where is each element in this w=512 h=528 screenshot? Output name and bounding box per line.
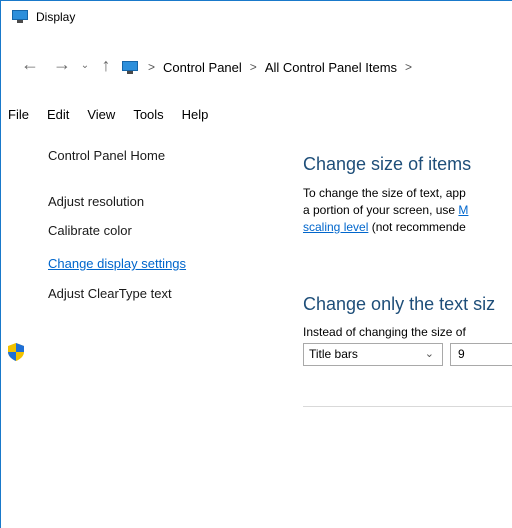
section-heading-change-text: Change only the text siz [303, 294, 496, 314]
shield-icon [8, 343, 24, 361]
up-arrow-icon[interactable]: ↑ [97, 55, 115, 76]
breadcrumb-separator-icon[interactable]: > [405, 60, 412, 74]
title-bar: Display [1, 1, 512, 32]
window-title: Display [36, 9, 76, 24]
menu-file[interactable]: File [8, 107, 29, 122]
breadcrumb-separator-icon[interactable]: > [250, 60, 257, 74]
chevron-down-icon: ⌄ [424, 348, 434, 360]
sidebar-item-adjust-resolution[interactable]: Adjust resolution [48, 194, 144, 209]
sidebar-item-change-display-settings[interactable]: Change display settings [48, 256, 186, 271]
menu-bar: File Edit View Tools Help [1, 104, 512, 124]
item-type-value: Title bars [309, 347, 358, 361]
sidebar-item-control-panel-home[interactable]: Control Panel Home [48, 148, 165, 163]
section-text: (not recommende [368, 220, 466, 234]
section-text-line: Instead of changing the size of [303, 325, 466, 339]
forward-arrow-icon[interactable]: → [52, 54, 72, 75]
breadcrumb-all-items[interactable]: All Control Panel Items [265, 60, 397, 75]
scaling-link[interactable]: M [458, 203, 468, 217]
section-heading-change-size: Change size of items [303, 154, 472, 174]
menu-help[interactable]: Help [182, 107, 209, 122]
main-content: Change size of items To change the size … [303, 124, 512, 528]
display-icon [12, 10, 28, 23]
sidebar-item-adjust-cleartype[interactable]: Adjust ClearType text [48, 286, 172, 301]
scaling-level-link[interactable]: scaling level [303, 220, 368, 234]
sidebar-item-calibrate-color[interactable]: Calibrate color [48, 223, 132, 238]
section-text-line: scaling level (not recommende [303, 220, 466, 234]
breadcrumb: > Control Panel > All Control Panel Item… [122, 57, 420, 77]
breadcrumb-separator-icon[interactable]: > [148, 60, 155, 74]
back-arrow-icon[interactable]: ← [20, 54, 40, 75]
menu-edit[interactable]: Edit [47, 107, 69, 122]
section-text-line: a portion of your screen, use M [303, 203, 468, 217]
section-text: a portion of your screen, use [303, 203, 459, 217]
menu-tools[interactable]: Tools [133, 107, 163, 122]
section-text-line: To change the size of text, app [303, 186, 466, 200]
sidebar: Control Panel Home Adjust resolution Cal… [1, 124, 281, 528]
recent-locations-chevron-icon[interactable]: ⌄ [79, 60, 91, 71]
control-panel-icon [122, 60, 138, 74]
font-size-dropdown[interactable]: 9 [450, 343, 512, 366]
menu-view[interactable]: View [87, 107, 115, 122]
display-window: Display ← → ⌄ ↑ > Control Panel > All Co… [0, 0, 512, 528]
address-bar: ← → ⌄ ↑ > Control Panel > All Control Pa… [1, 54, 512, 95]
item-type-dropdown[interactable]: Title bars ⌄ [303, 343, 443, 366]
breadcrumb-control-panel[interactable]: Control Panel [163, 60, 242, 75]
font-size-value: 9 [458, 347, 465, 361]
divider [303, 406, 512, 407]
